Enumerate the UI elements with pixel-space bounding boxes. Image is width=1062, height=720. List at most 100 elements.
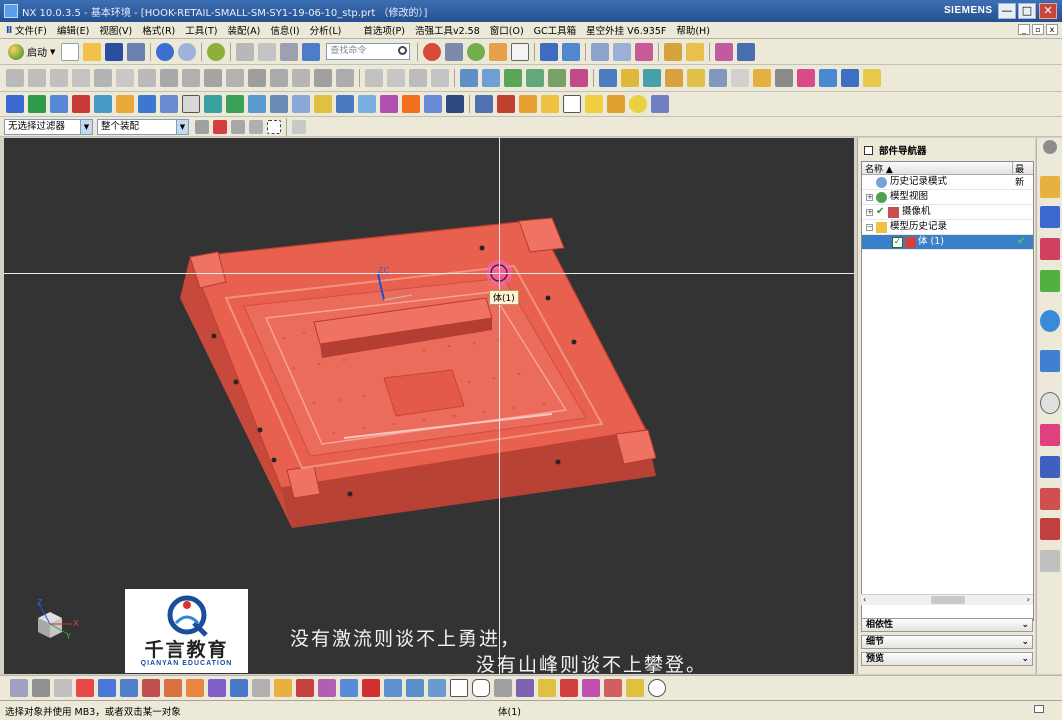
bottom-tool-11-icon[interactable] bbox=[230, 679, 248, 697]
check-icon[interactable] bbox=[226, 95, 244, 113]
wcs-icon[interactable] bbox=[562, 42, 581, 61]
bottom-tool-25-icon[interactable] bbox=[538, 679, 556, 697]
background-icon[interactable] bbox=[511, 42, 530, 61]
scroll-thumb[interactable] bbox=[931, 596, 965, 604]
constraint-navigator-icon[interactable] bbox=[1040, 206, 1060, 228]
groove-icon[interactable] bbox=[292, 69, 310, 87]
bottom-tool-18-icon[interactable] bbox=[384, 679, 402, 697]
surface-icon[interactable] bbox=[358, 95, 376, 113]
minimize-button[interactable]: — bbox=[998, 3, 1016, 19]
table-icon[interactable] bbox=[775, 69, 793, 87]
shell-icon[interactable] bbox=[314, 69, 332, 87]
bottom-tool-1-icon[interactable] bbox=[10, 679, 28, 697]
copy-icon[interactable] bbox=[258, 42, 277, 61]
rectangle-icon[interactable] bbox=[72, 69, 90, 87]
panel-preview[interactable]: 预览 ⌄ bbox=[861, 652, 1033, 666]
select-curve-icon[interactable] bbox=[231, 119, 245, 134]
hole-icon[interactable] bbox=[204, 69, 222, 87]
icam-icon[interactable] bbox=[402, 95, 420, 113]
inch-mm-icon[interactable] bbox=[497, 95, 515, 113]
edit-display-icon[interactable] bbox=[643, 69, 661, 87]
snap-icon[interactable] bbox=[664, 42, 683, 61]
status-window-icon[interactable] bbox=[1034, 705, 1044, 713]
doc-restore-button[interactable]: ▫ bbox=[1032, 24, 1044, 35]
hd3d-tools-icon[interactable] bbox=[1040, 310, 1060, 332]
render-style-icon[interactable] bbox=[467, 42, 486, 61]
chart-icon[interactable] bbox=[863, 69, 881, 87]
info-object-icon[interactable] bbox=[599, 69, 617, 87]
bottom-tool-27-icon[interactable] bbox=[582, 679, 600, 697]
bottom-tool-29-icon[interactable] bbox=[626, 679, 644, 697]
open-folder-icon[interactable] bbox=[83, 42, 102, 61]
menu-xingkong-plugin[interactable]: 星空外挂 V6.935F bbox=[581, 23, 671, 37]
scroll-left-icon[interactable]: ‹ bbox=[863, 595, 866, 604]
roles-icon[interactable] bbox=[1040, 518, 1060, 540]
line-icon[interactable] bbox=[6, 69, 24, 87]
expand-icon[interactable]: + bbox=[866, 209, 873, 216]
expand-icon[interactable]: + bbox=[866, 194, 873, 201]
gear-icon[interactable] bbox=[1043, 140, 1057, 154]
draft-icon[interactable] bbox=[380, 95, 398, 113]
bottom-tool-8-icon[interactable] bbox=[164, 679, 182, 697]
tree-row-model-history[interactable]: − 模型历史记录 bbox=[862, 220, 1033, 235]
view-front-icon[interactable] bbox=[482, 69, 500, 87]
offset-curve-icon[interactable] bbox=[409, 69, 427, 87]
system-materials-icon[interactable] bbox=[1040, 424, 1060, 446]
rectangle-select-icon[interactable] bbox=[267, 119, 281, 134]
menu-view[interactable]: 视图(V) bbox=[94, 23, 137, 37]
menu-information[interactable]: 信息(I) bbox=[265, 23, 304, 37]
bottom-tool-7-icon[interactable] bbox=[142, 679, 160, 697]
text-curve-icon[interactable] bbox=[292, 95, 310, 113]
hexagon-icon[interactable] bbox=[472, 679, 490, 697]
visibility-checkbox[interactable]: ✓ bbox=[892, 237, 903, 248]
bottom-tool-17-icon[interactable] bbox=[362, 679, 380, 697]
undo-icon[interactable] bbox=[156, 42, 175, 61]
selection-scope-dropdown[interactable]: 整个装配 ▼ bbox=[97, 118, 189, 135]
assembly-navigator-icon[interactable] bbox=[1040, 176, 1060, 198]
bottom-tool-28-icon[interactable] bbox=[604, 679, 622, 697]
doc-close-button[interactable]: x bbox=[1046, 24, 1058, 35]
view-trimetric-icon[interactable] bbox=[548, 69, 566, 87]
bottom-tool-16-icon[interactable] bbox=[340, 679, 358, 697]
tree-row-model-views[interactable]: + 模型视图 bbox=[862, 190, 1033, 205]
bottom-tool-9-icon[interactable] bbox=[186, 679, 204, 697]
electrode-icon[interactable] bbox=[72, 95, 90, 113]
group-icon[interactable] bbox=[424, 95, 442, 113]
calculator-icon[interactable] bbox=[607, 95, 625, 113]
bottom-tool-23-icon[interactable] bbox=[494, 679, 512, 697]
grid-icon[interactable] bbox=[819, 69, 837, 87]
arrow-left-icon[interactable] bbox=[76, 679, 94, 697]
trim-icon[interactable] bbox=[365, 69, 383, 87]
blend-icon[interactable] bbox=[336, 69, 354, 87]
axis-icon[interactable] bbox=[841, 69, 859, 87]
layer-settings-icon[interactable] bbox=[613, 42, 632, 61]
pocket-icon[interactable] bbox=[248, 69, 266, 87]
menu-icon[interactable]: Ⅱ bbox=[0, 25, 12, 36]
new-file-icon[interactable] bbox=[61, 42, 80, 61]
graphics-viewport[interactable]: ZC X Z Y 体(1) 千言教育 QIANYAN EDUCATION 没有激… bbox=[4, 138, 854, 674]
panel-details[interactable]: 细节 ⌄ bbox=[861, 635, 1033, 649]
menu-assemblies[interactable]: 装配(A) bbox=[222, 23, 265, 37]
arc-icon[interactable] bbox=[28, 69, 46, 87]
circle-icon[interactable] bbox=[648, 679, 666, 697]
system-scene-icon[interactable] bbox=[1040, 550, 1060, 572]
bottom-tool-2-icon[interactable] bbox=[32, 679, 50, 697]
invert-show-icon[interactable] bbox=[709, 69, 727, 87]
layers-stack-icon[interactable] bbox=[519, 95, 537, 113]
frame-icon[interactable] bbox=[182, 95, 200, 113]
cooling-icon[interactable] bbox=[160, 95, 178, 113]
ruler-icon[interactable] bbox=[737, 42, 756, 61]
pattern-icon[interactable] bbox=[248, 95, 266, 113]
import-arrow-icon[interactable] bbox=[6, 95, 24, 113]
mirror-icon[interactable] bbox=[270, 95, 288, 113]
hide-icon[interactable] bbox=[665, 69, 683, 87]
color-table-icon[interactable] bbox=[621, 69, 639, 87]
ejector-icon[interactable] bbox=[138, 95, 156, 113]
navigator-horizontal-scrollbar[interactable]: ‹ › bbox=[861, 594, 1033, 605]
command-finder-icon[interactable] bbox=[302, 42, 321, 61]
name-icon[interactable] bbox=[446, 95, 464, 113]
menu-preferences[interactable]: 首选项(P) bbox=[358, 23, 410, 37]
doc-minimize-button[interactable]: _ bbox=[1018, 24, 1030, 35]
scroll-right-icon[interactable]: › bbox=[1027, 595, 1030, 604]
menu-gc-toolkit[interactable]: GC工具箱 bbox=[529, 23, 582, 37]
